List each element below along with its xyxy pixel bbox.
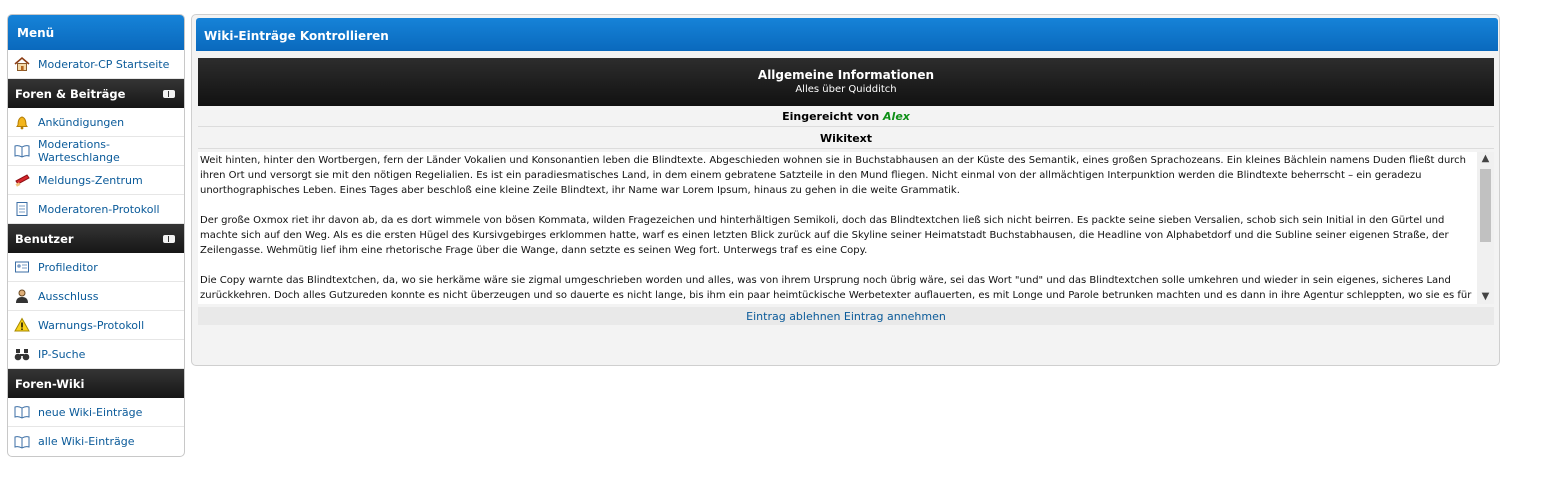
sidebar-item-label: IP-Suche <box>38 347 86 361</box>
wikitext-paragraph: Der große Oxmox riet ihr davon ab, da es… <box>200 215 1449 256</box>
book-icon <box>14 404 30 420</box>
sidebar-item-moderator-log[interactable]: Moderatoren-Protokoll <box>8 195 184 224</box>
sidebar-item-moderator-cp-home[interactable]: Moderator-CP Startseite <box>8 50 184 79</box>
author-link[interactable]: Alex <box>883 110 910 123</box>
sidebar-category-label: Foren & Beiträge <box>15 87 126 101</box>
sidebar-item-ip-search[interactable]: IP-Suche <box>8 340 184 369</box>
sidebar-item-moderation-queue[interactable]: Moderations-Warteschlange <box>8 137 184 166</box>
notepad-icon <box>14 201 30 217</box>
sidebar-item-label: alle Wiki-Einträge <box>38 435 135 448</box>
scrollbar-thumb[interactable] <box>1480 169 1491 242</box>
info-title: Allgemeine Informationen <box>757 68 935 82</box>
book-icon <box>14 434 30 450</box>
sidebar-item-label: Moderatoren-Protokoll <box>38 202 160 216</box>
flag-icon <box>14 172 30 188</box>
sidebar-title: Menü <box>8 15 184 50</box>
sidebar-item-label: Moderator-CP Startseite <box>38 57 170 71</box>
book-icon <box>14 143 30 159</box>
home-icon <box>14 56 30 72</box>
sidebar-category-benutzer[interactable]: Benutzer <box>8 224 184 253</box>
binoculars-icon <box>14 346 30 362</box>
sidebar-item-label: Moderations-Warteschlange <box>38 138 120 164</box>
sidebar-item-new-wiki-entries[interactable]: neue Wiki-Einträge <box>8 398 184 427</box>
collapse-toggle-icon[interactable] <box>163 235 175 243</box>
warning-icon <box>14 317 30 333</box>
wikitext-paragraph: Die Copy warnte das Blindtextchen, da, w… <box>200 275 1472 301</box>
sidebar-category-label: Benutzer <box>15 232 74 246</box>
wiki-review-panel: Wiki-Einträge Kontrollieren Allgemeine I… <box>191 14 1500 366</box>
sidebar-item-label: Ausschluss <box>38 289 99 303</box>
user-icon <box>14 288 30 304</box>
sidebar-item-ban[interactable]: Ausschluss <box>8 282 184 311</box>
profile-card-icon <box>14 259 30 275</box>
sidebar-item-label: neue Wiki-Einträge <box>38 405 143 419</box>
sidebar-item-announcements[interactable]: Ankündigungen <box>8 108 184 137</box>
sidebar-menu: Menü Moderator-CP Startseite Foren & Bei… <box>7 14 185 457</box>
wikitext-paragraph: Weit hinten, hinter den Wortbergen, fern… <box>200 155 1467 196</box>
sidebar-category-foren-wiki[interactable]: Foren-Wiki <box>8 369 184 398</box>
sidebar-item-all-wiki-entries[interactable]: alle Wiki-Einträge <box>8 427 184 456</box>
page-title: Wiki-Einträge Kontrollieren <box>196 18 1498 51</box>
sidebar-item-label: Profileditor <box>38 260 98 274</box>
info-subtitle: Alles über Quidditch <box>795 84 897 95</box>
sidebar-item-label: Meldungs-Zentrum <box>38 173 143 187</box>
reject-entry-link[interactable]: Eintrag ablehnen <box>746 310 840 323</box>
sidebar-category-label: Foren-Wiki <box>15 377 85 391</box>
submitted-by-label: Eingereicht von <box>782 110 880 123</box>
wikitext-box[interactable]: Weit hinten, hinter den Wortbergen, fern… <box>198 152 1494 304</box>
bell-icon <box>14 114 30 130</box>
sidebar-item-label: Warnungs-Protokoll <box>38 318 145 332</box>
wikitext-content: Weit hinten, hinter den Wortbergen, fern… <box>200 153 1474 304</box>
wikitext-label: Wikitext <box>198 129 1494 149</box>
sidebar-category-foren-beitraege[interactable]: Foren & Beiträge <box>8 79 184 108</box>
sidebar-item-warning-log[interactable]: Warnungs-Protokoll <box>8 311 184 340</box>
sidebar-item-report-center[interactable]: Meldungs-Zentrum <box>8 166 184 195</box>
collapse-toggle-icon[interactable] <box>163 90 175 98</box>
general-info-header: Allgemeine Informationen Alles über Quid… <box>198 58 1494 106</box>
sidebar-item-label: Ankündigungen <box>38 115 125 129</box>
wikitext-scrollbar[interactable]: ▲ ▼ <box>1477 152 1494 304</box>
scroll-up-icon[interactable]: ▲ <box>1477 152 1494 166</box>
submitted-by-row: Eingereicht von Alex <box>198 107 1494 127</box>
accept-entry-link[interactable]: Eintrag annehmen <box>844 310 946 323</box>
sidebar-item-profile-editor[interactable]: Profileditor <box>8 253 184 282</box>
entry-actions: Eintrag ablehnen Eintrag annehmen <box>198 307 1494 325</box>
scroll-down-icon[interactable]: ▼ <box>1477 290 1494 304</box>
